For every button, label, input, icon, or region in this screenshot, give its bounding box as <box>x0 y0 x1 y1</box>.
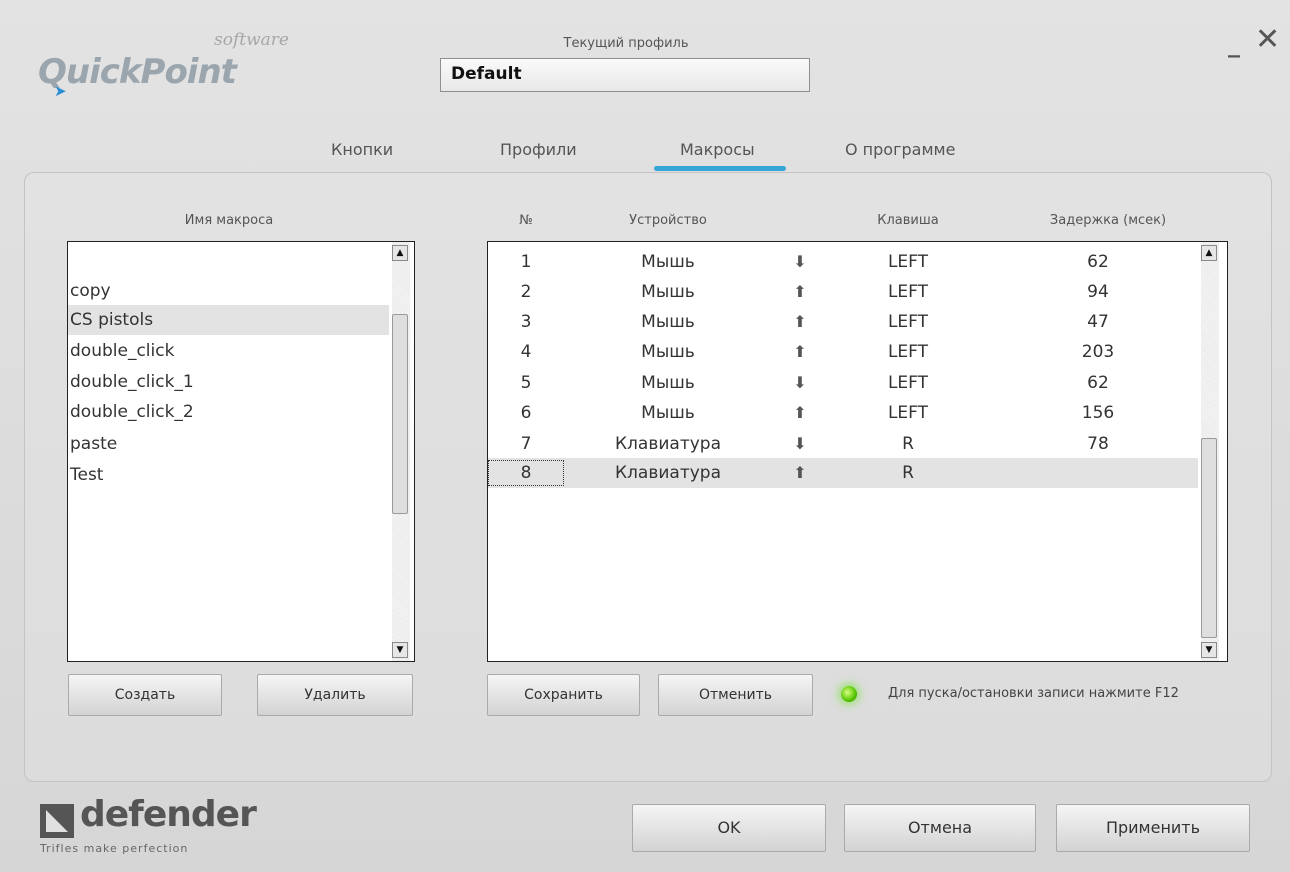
minimize-icon[interactable]: _ <box>1228 30 1240 58</box>
up-arrow-icon: ⬆ <box>793 312 807 331</box>
num-header: № <box>519 213 533 228</box>
list-item[interactable]: double_click_2 <box>68 397 389 427</box>
up-arrow-icon: ⬆ <box>793 463 807 482</box>
scroll-thumb[interactable] <box>392 314 408 514</box>
ok-button[interactable]: OK <box>632 804 826 852</box>
quickpoint-logo: QuickPoint software ➤ <box>38 30 298 108</box>
save-macro-button[interactable]: Сохранить <box>487 674 640 716</box>
step-delay: 156 <box>1081 403 1115 423</box>
down-arrow-icon: ⬇ <box>793 252 807 271</box>
logo-suffix: software <box>214 30 289 50</box>
list-item[interactable]: CS pistols <box>68 305 389 335</box>
list-item[interactable]: paste <box>68 429 389 459</box>
tab-macros[interactable]: Макросы <box>680 140 755 159</box>
up-arrow-icon: ⬆ <box>793 342 807 361</box>
current-profile-label: Текущий профиль <box>563 36 689 51</box>
table-row[interactable]: 1 Мышь ⬇ LEFT 62 <box>488 247 1198 277</box>
quickpoint-window: QuickPoint software ➤ Текущий профиль De… <box>0 0 1290 872</box>
tab-buttons[interactable]: Кнопки <box>331 140 393 159</box>
step-delay: 62 <box>1087 252 1109 272</box>
step-number-focus: 8 <box>488 460 564 486</box>
step-key: R <box>902 463 914 483</box>
step-key: LEFT <box>887 282 929 302</box>
scroll-thumb[interactable] <box>1201 438 1217 638</box>
step-key: LEFT <box>887 403 929 423</box>
table-row[interactable]: 4 Мышь ⬆ LEFT 203 <box>488 337 1198 367</box>
scroll-up-icon[interactable]: ▲ <box>392 245 408 261</box>
macro-list[interactable]: copy CS pistols double_click double_clic… <box>67 241 415 662</box>
active-tab-indicator <box>654 166 786 171</box>
tab-profiles[interactable]: Профили <box>500 140 577 159</box>
step-number: 1 <box>520 252 532 272</box>
step-device: Мышь <box>641 252 695 272</box>
close-icon[interactable]: ✕ <box>1255 22 1280 57</box>
delay-header: Задержка (мсек) <box>1049 213 1167 228</box>
table-row[interactable]: 6 Мышь ⬆ LEFT 156 <box>488 398 1198 428</box>
step-delay: 94 <box>1087 282 1109 302</box>
table-row[interactable]: 7 Клавиатура ⬇ R 78 <box>488 429 1198 459</box>
step-device: Мышь <box>641 373 695 393</box>
delete-macro-button[interactable]: Удалить <box>257 674 413 716</box>
table-row-selected[interactable]: 8 Клавиатура ⬆ R <box>488 458 1198 488</box>
cancel-button[interactable]: Отмена <box>844 804 1036 852</box>
step-delay: 78 <box>1087 434 1109 454</box>
record-hint: Для пуска/остановки записи нажмите F12 <box>888 686 1179 701</box>
list-item[interactable]: copy <box>68 276 389 306</box>
step-key: R <box>902 434 914 454</box>
list-item[interactable]: double_click_1 <box>68 367 389 397</box>
create-macro-button[interactable]: Создать <box>68 674 222 716</box>
scroll-up-icon[interactable]: ▲ <box>1201 245 1217 261</box>
logo-cursor-icon: ➤ <box>54 82 67 100</box>
step-key: LEFT <box>887 312 929 332</box>
step-key: LEFT <box>887 373 929 393</box>
defender-brand: defender <box>80 794 257 835</box>
down-arrow-icon: ⬇ <box>793 434 807 453</box>
macro-name-header: Имя макроса <box>184 213 274 228</box>
scroll-down-icon[interactable]: ▼ <box>392 642 408 658</box>
down-arrow-icon: ⬇ <box>793 373 807 392</box>
step-number: 4 <box>520 342 532 362</box>
step-device: Мышь <box>641 342 695 362</box>
table-row[interactable]: 5 Мышь ⬇ LEFT 62 <box>488 368 1198 398</box>
list-item[interactable] <box>68 243 389 273</box>
step-device: Мышь <box>641 312 695 332</box>
list-item[interactable]: Test <box>68 460 389 490</box>
cancel-macro-button[interactable]: Отменить <box>658 674 813 716</box>
macro-steps-table[interactable]: 1 Мышь ⬇ LEFT 62 2 Мышь ⬆ LEFT 94 3 Мышь… <box>487 241 1228 662</box>
step-device: Клавиатура <box>614 463 721 483</box>
steps-table-scrollbar[interactable]: ▲ ▼ <box>1201 242 1219 661</box>
device-header: Устройство <box>629 213 707 228</box>
step-key: LEFT <box>887 342 929 362</box>
step-number: 7 <box>520 434 532 454</box>
step-delay: 47 <box>1087 312 1109 332</box>
step-delay: 203 <box>1081 342 1115 362</box>
logo-name: QuickPoint <box>38 52 237 92</box>
table-row[interactable]: 2 Мышь ⬆ LEFT 94 <box>488 277 1198 307</box>
tab-about[interactable]: О программе <box>845 140 955 159</box>
up-arrow-icon: ⬆ <box>793 403 807 422</box>
list-item[interactable]: double_click <box>68 336 389 366</box>
table-row[interactable]: 3 Мышь ⬆ LEFT 47 <box>488 307 1198 337</box>
step-delay: 62 <box>1087 373 1109 393</box>
macro-list-scrollbar[interactable]: ▲ ▼ <box>392 242 410 661</box>
step-number: 3 <box>520 312 532 332</box>
apply-button[interactable]: Применить <box>1056 804 1250 852</box>
step-device: Мышь <box>641 403 695 423</box>
defender-tagline: Trifles make perfection <box>40 842 189 855</box>
step-number: 2 <box>520 282 532 302</box>
step-key: LEFT <box>887 252 929 272</box>
step-number: 6 <box>520 403 532 423</box>
defender-logo: defender Trifles make perfection <box>40 794 260 860</box>
step-number: 5 <box>520 373 532 393</box>
defender-mark-icon <box>40 804 74 838</box>
step-device: Клавиатура <box>614 434 721 454</box>
record-status-led-icon <box>841 686 857 702</box>
key-header: Клавиша <box>877 213 939 228</box>
current-profile-field[interactable]: Default <box>440 58 810 92</box>
step-number: 8 <box>488 460 564 486</box>
scroll-down-icon[interactable]: ▼ <box>1201 642 1217 658</box>
step-device: Мышь <box>641 282 695 302</box>
up-arrow-icon: ⬆ <box>793 282 807 301</box>
